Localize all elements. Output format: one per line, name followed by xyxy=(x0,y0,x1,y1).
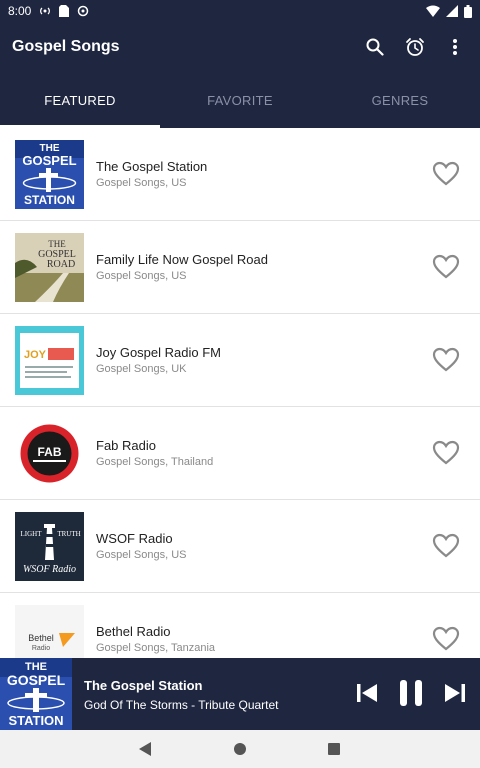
station-list: THE GOSPEL STATION The Gospel Station Go… xyxy=(0,128,480,658)
home-icon[interactable] xyxy=(233,742,247,756)
alarm-clock-icon[interactable] xyxy=(402,34,428,60)
cell-signal-icon xyxy=(446,5,458,17)
search-icon[interactable] xyxy=(362,34,388,60)
now-playing-track: God Of The Storms - Tribute Quartet xyxy=(84,698,279,712)
station-subtitle: Gospel Songs, US xyxy=(96,549,187,561)
system-nav-bar xyxy=(0,730,480,768)
wifi-icon xyxy=(426,5,440,17)
station-row[interactable]: THE GOSPEL ROAD Family Life Now Gospel R… xyxy=(0,221,480,314)
status-bar: 8:00 xyxy=(0,0,480,22)
station-row[interactable]: THE GOSPEL STATION The Gospel Station Go… xyxy=(0,128,480,221)
favorite-heart-icon[interactable] xyxy=(432,626,460,652)
now-playing-logo: THE GOSPEL STATION xyxy=(0,658,72,730)
station-logo-text: THE xyxy=(48,239,66,249)
station-logo-text: ROAD xyxy=(47,259,75,270)
station-subtitle: Gospel Songs, US xyxy=(96,177,187,189)
station-logo-text: WSOF Radio xyxy=(23,564,76,575)
favorite-heart-icon[interactable] xyxy=(432,161,460,187)
station-subtitle: Gospel Songs, Tanzania xyxy=(96,642,216,654)
station-row[interactable]: FAB Fab Radio Gospel Songs, Thailand xyxy=(0,407,480,500)
skip-previous-icon[interactable] xyxy=(352,678,382,708)
favorite-heart-icon[interactable] xyxy=(432,440,460,466)
app-title: Gospel Songs xyxy=(12,38,120,55)
more-options-icon[interactable] xyxy=(442,34,468,60)
tab-bar: FEATURED FAVORITE GENRES xyxy=(0,72,480,128)
back-icon[interactable] xyxy=(139,742,153,756)
station-logo-text: FAB xyxy=(38,445,62,459)
station-name: WSOF Radio xyxy=(96,531,173,546)
station-logo-text: STATION xyxy=(24,193,75,207)
tab-genres[interactable]: GENRES xyxy=(320,72,480,128)
station-logo: Bethel Radio xyxy=(15,604,84,658)
station-logo: FAB xyxy=(15,418,84,488)
tab-featured[interactable]: FEATURED xyxy=(0,72,160,128)
now-playing-station: The Gospel Station xyxy=(84,678,203,693)
favorite-heart-icon[interactable] xyxy=(432,254,460,280)
station-logo: THE GOSPEL ROAD xyxy=(15,232,84,302)
station-logo-text: TRUTH xyxy=(57,530,80,538)
tab-favorite[interactable]: FAVORITE xyxy=(160,72,320,128)
station-row[interactable]: JOY Joy Gospel Radio FM Gospel Songs, UK xyxy=(0,314,480,407)
pause-icon[interactable] xyxy=(396,678,426,708)
station-subtitle: Gospel Songs, US xyxy=(96,270,187,282)
station-name: Fab Radio xyxy=(96,438,156,453)
station-logo-text: Radio xyxy=(32,645,50,652)
station-logo: JOY xyxy=(15,325,84,395)
station-name: Bethel Radio xyxy=(96,624,171,639)
station-name: The Gospel Station xyxy=(96,159,208,174)
favorite-heart-icon[interactable] xyxy=(432,533,460,559)
station-logo-text: Bethel xyxy=(28,633,54,643)
sync-icon xyxy=(77,5,89,17)
recents-icon[interactable] xyxy=(327,742,341,756)
sim-card-icon xyxy=(59,5,70,17)
skip-next-icon[interactable] xyxy=(440,678,470,708)
station-name: Family Life Now Gospel Road xyxy=(96,252,268,267)
now-playing-logo-text: GOSPEL xyxy=(7,672,66,688)
battery-icon xyxy=(464,4,472,18)
app-bar: Gospel Songs xyxy=(0,22,480,72)
station-subtitle: Gospel Songs, Thailand xyxy=(96,456,214,468)
status-time: 8:00 xyxy=(8,4,32,18)
hotspot-icon xyxy=(39,5,51,17)
now-playing-logo-text: STATION xyxy=(8,713,63,728)
station-name: Joy Gospel Radio FM xyxy=(96,345,221,360)
station-logo-text: LIGHT xyxy=(21,530,43,538)
station-row[interactable]: LIGHT TRUTH WSOF Radio WSOF Radio Gospel… xyxy=(0,500,480,593)
station-logo: LIGHT TRUTH WSOF Radio xyxy=(15,511,84,581)
station-row[interactable]: Bethel Radio Bethel Radio Gospel Songs, … xyxy=(0,593,480,658)
station-subtitle: Gospel Songs, UK xyxy=(96,363,187,375)
favorite-heart-icon[interactable] xyxy=(432,347,460,373)
station-logo-text: JOY xyxy=(24,349,47,361)
station-logo: THE GOSPEL STATION xyxy=(15,139,84,209)
station-logo-text: GOSPEL xyxy=(22,153,76,168)
mini-player[interactable]: THE GOSPEL STATION The Gospel Station Go… xyxy=(0,658,480,730)
